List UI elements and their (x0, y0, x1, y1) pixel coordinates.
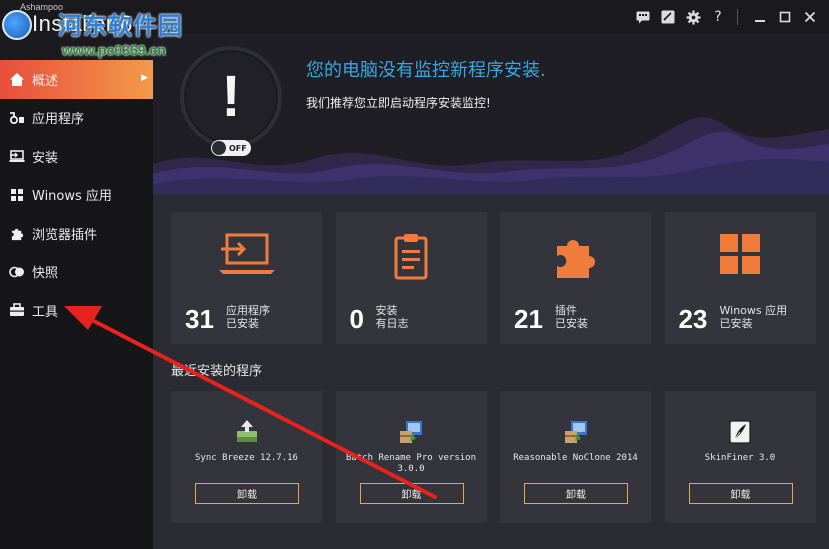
stat-number: 23 (678, 304, 708, 334)
watermark-logo-icon (2, 10, 32, 40)
program-name: Reasonable NoClone 2014 (513, 453, 638, 463)
sidebar-item-label: 安装 (32, 150, 59, 166)
program-card: Sync Breeze 12.7.16 卸载 (171, 391, 322, 523)
stat-label-line1: 插件 (555, 304, 577, 317)
puzzle-icon (8, 224, 26, 242)
minimize-icon[interactable] (749, 6, 771, 28)
stats-row: 31 应用程序 已安装 0 安装 有日志 21 插件 已安装 23 Winows 应用… (171, 212, 816, 372)
alert-indicator: ! (180, 46, 282, 148)
stat-number: 31 (185, 304, 214, 334)
stat-number: 0 (349, 304, 364, 334)
sidebar-item-label: Winows 应用 (32, 189, 112, 205)
program-name: Batch Rename Pro version 3.0.0 (345, 453, 477, 474)
uninstall-button[interactable]: 卸载 (195, 483, 299, 504)
stat-label: 应用程序 已安装 (226, 304, 270, 330)
sidebar-item-label: 概述 (32, 73, 59, 89)
uninstall-button[interactable]: 卸载 (688, 483, 793, 504)
stat-label: Winows 应用 已安装 (720, 304, 788, 330)
laptop-install-icon (171, 232, 322, 282)
stat-label-line2: 有日志 (375, 317, 409, 330)
sidebar-item-label: 快照 (32, 266, 59, 282)
help-icon[interactable]: ? (707, 6, 729, 28)
stat-label-line1: 应用程序 (226, 304, 270, 317)
banner-title: 您的电脑没有监控新程序安装. (306, 60, 546, 81)
stat-label-line1: Winows 应用 (719, 304, 788, 317)
program-name: Sync Breeze 12.7.16 (195, 453, 298, 463)
close-icon[interactable] (799, 6, 821, 28)
main-content: ! OFF 您的电脑没有监控新程序安装. 我们推荐您立即启动程序安装监控! 31… (153, 34, 829, 549)
chat-icon[interactable] (632, 6, 654, 28)
stat-card-apps[interactable]: 31 应用程序 已安装 (171, 212, 322, 344)
gear-icon[interactable] (682, 6, 704, 28)
snapshot-icon (8, 263, 26, 281)
chevron-right-icon: ▶ (141, 73, 148, 83)
sidebar-item-windows-apps[interactable]: Winows 应用 (0, 176, 153, 215)
sidebar-item-browser-plugins[interactable]: 浏览器插件 (0, 214, 153, 253)
stat-card-logged-installs[interactable]: 0 安装 有日志 (335, 212, 487, 344)
uninstall-button[interactable]: 卸载 (359, 483, 464, 504)
program-name: SkinFiner 3.0 (704, 453, 776, 463)
sidebar-item-snapshots[interactable]: 快照 (0, 253, 153, 292)
sidebar-item-tools[interactable]: 工具 (0, 291, 153, 330)
uninstall-button[interactable]: 卸载 (524, 483, 628, 504)
monitoring-toggle[interactable]: OFF (211, 140, 251, 156)
install-icon (8, 147, 26, 165)
sidebar-item-overview[interactable]: 概述 ▶ (0, 60, 153, 99)
program-card: SkinFiner 3.0 卸载 (664, 391, 816, 523)
window-controls: ? (629, 6, 821, 28)
titlebar-divider (737, 9, 738, 25)
stat-card-plugins[interactable]: 21 插件 已安装 (500, 212, 651, 344)
installer-box-icon (336, 419, 487, 445)
watermark-title: 河东软件园 (58, 12, 183, 40)
windows-tiles-icon (665, 232, 816, 282)
stat-label-line2: 已安装 (226, 317, 259, 330)
sidebar-item-apps[interactable]: 应用程序 (0, 99, 153, 138)
toggle-knob (212, 141, 226, 155)
banner-subtitle: 我们推荐您立即启动程序安装监控! (306, 96, 491, 110)
windows-icon (8, 186, 26, 204)
sidebar-item-label: 应用程序 (32, 112, 85, 128)
feedback-icon[interactable] (657, 6, 679, 28)
sidebar-item-label: 浏览器插件 (32, 227, 98, 243)
stat-card-windows-apps[interactable]: 23 Winows 应用 已安装 (664, 212, 816, 344)
recent-programs: Sync Breeze 12.7.16 卸载 Batch Rename Pro … (171, 391, 816, 523)
stat-label-line2: 已安装 (719, 317, 753, 330)
stat-label-line2: 已安装 (555, 317, 588, 330)
program-card: Reasonable NoClone 2014 卸载 (500, 391, 651, 523)
maximize-icon[interactable] (774, 6, 796, 28)
program-card: Batch Rename Pro version 3.0.0 卸载 (335, 391, 487, 523)
exclamation-icon: ! (221, 64, 241, 129)
stat-label-line1: 安装 (375, 304, 398, 317)
sidebar-nav: 概述 ▶ 应用程序 安装 Winows 应用 浏览器插件 快照 工具 (0, 60, 153, 549)
installer-box-icon (500, 419, 651, 445)
sidebar-item-install[interactable]: 安装 (0, 137, 153, 176)
stat-number: 21 (514, 304, 543, 334)
recent-section-title: 最近安装的程序 (171, 364, 263, 379)
skinfiner-icon (665, 419, 816, 445)
toggle-state-label: OFF (229, 143, 247, 153)
sidebar-item-label: 工具 (32, 304, 59, 320)
clipboard-icon (336, 232, 487, 282)
watermark-url: www.pc0359.cn (62, 42, 166, 58)
stat-label: 安装 有日志 (376, 304, 409, 330)
apps-icon (8, 109, 26, 127)
toolbox-icon (8, 301, 26, 319)
sync-breeze-icon (171, 419, 322, 445)
monitoring-banner: ! OFF 您的电脑没有监控新程序安装. 我们推荐您立即启动程序安装监控! (153, 34, 829, 194)
stat-label: 插件 已安装 (555, 304, 588, 330)
puzzle-icon (500, 232, 651, 282)
home-icon (8, 70, 26, 88)
